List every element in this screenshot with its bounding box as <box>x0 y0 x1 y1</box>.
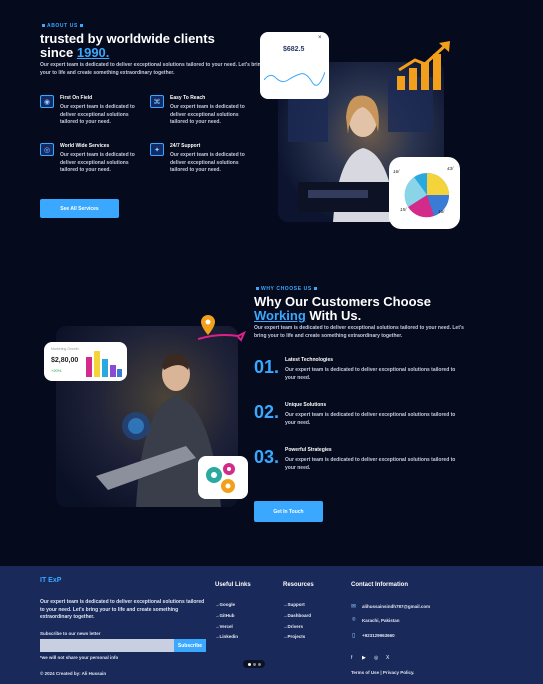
about-heading-line1: trusted by worldwide clients <box>40 31 215 46</box>
contact-title: Contact Information <box>351 582 408 588</box>
reason-text: Our expert team is dedicated to deliver … <box>285 367 456 381</box>
youtube-icon[interactable]: ▶ <box>362 655 366 661</box>
feature-text: Our expert team is dedicated to deliver … <box>170 152 245 173</box>
marketing-stat-card: Marketing Growth $2,80,00 +20% <box>44 342 127 381</box>
feature-world-wide: ◎ World Wide Services Our expert team is… <box>40 143 150 175</box>
gears-card <box>198 456 248 499</box>
privacy-note: *we will not share your personal info <box>40 655 119 660</box>
carousel-dot[interactable] <box>257 662 261 666</box>
reason-title: Latest Technologies <box>285 357 334 363</box>
price-value: $682.5 <box>283 46 305 53</box>
about-tag: ABOUT US <box>40 23 85 29</box>
about-heading-year: 1990. <box>76 45 110 60</box>
feature-text: Our expert team is dedicated to deliver … <box>60 104 135 125</box>
feature-first-on-field: ◉ First On Field Our expert team is dedi… <box>40 95 150 127</box>
footer-brand: IT ExP <box>40 577 62 584</box>
link-google[interactable]: Google <box>215 602 236 607</box>
feature-title: World Wide Services <box>60 143 110 149</box>
x-icon[interactable]: X <box>386 655 389 661</box>
footer-description: Our expert team is dedicated to deliver … <box>40 599 205 620</box>
link-github[interactable]: GitHub <box>215 613 235 618</box>
mail-icon: ✉ <box>351 604 357 610</box>
growth-chart-icon <box>397 41 450 90</box>
feature-text: Our expert team is dedicated to deliver … <box>170 104 245 125</box>
why-heading: Why Our Customers Choose Working With Us… <box>254 295 494 323</box>
why-heading-line2: Working With Us. <box>254 309 494 323</box>
gamepad-icon: ⌘ <box>150 95 164 108</box>
reason-title: Powerful Strategies <box>285 447 332 453</box>
handshake-icon: ✦ <box>150 143 164 156</box>
about-heading: trusted by worldwide clients since 1990. <box>40 32 270 60</box>
newsletter-email-input[interactable] <box>40 639 174 652</box>
pie-label: 16/ <box>438 209 445 214</box>
carousel-dots[interactable] <box>243 660 265 668</box>
why-heading-rest: With Us. <box>305 308 362 323</box>
reason-number: 02. <box>254 402 280 422</box>
link-projects[interactable]: Projects <box>283 634 306 639</box>
bar-chart-icon <box>86 351 122 377</box>
facebook-icon[interactable]: f <box>351 655 352 661</box>
stat-change: +20% <box>51 368 62 373</box>
feature-easy-to-reach: ⌘ Easy To Reach Our expert team is dedic… <box>150 95 260 127</box>
instagram-icon[interactable]: ◎ <box>374 655 378 661</box>
see-all-services-button[interactable]: See All Services <box>40 199 119 218</box>
gear-icon <box>206 463 235 493</box>
drop-icon: ◉ <box>40 95 54 108</box>
pie-label: 43/ <box>447 166 454 171</box>
about-heading-line2: since 1990. <box>40 46 270 60</box>
reason-powerful-strategies: 03. Powerful Strategies Our expert team … <box>254 447 465 472</box>
reason-title: Unique Solutions <box>285 402 327 408</box>
pie-label: 16/ <box>393 169 400 174</box>
reason-text: Our expert team is dedicated to deliver … <box>285 457 456 471</box>
footer: IT ExP Our expert team is dedicated to d… <box>0 566 543 684</box>
reason-unique-solutions: 02. Unique Solutions Our expert team is … <box>254 402 465 427</box>
resources-title: Resources <box>283 582 314 588</box>
link-linkedin[interactable]: Linkedin <box>215 634 239 639</box>
about-description: Our expert team is dedicated to deliver … <box>40 62 264 76</box>
reason-text: Our expert team is dedicated to deliver … <box>285 412 456 426</box>
location-pin-icon <box>198 315 246 342</box>
feature-title: Easy To Reach <box>170 95 206 101</box>
why-heading-highlight: Working <box>254 308 306 323</box>
newsletter-label: Subscribe to our news letter <box>40 631 101 636</box>
reason-number: 01. <box>254 357 280 377</box>
contact-phone[interactable]: +923129963660 <box>362 633 395 638</box>
about-heading-since: since <box>40 45 77 60</box>
get-in-touch-button[interactable]: Get In Touch <box>254 501 323 522</box>
pie-chart <box>404 173 450 218</box>
link-dashboard[interactable]: Dashboard <box>283 613 312 618</box>
location-icon: ⌾ <box>352 617 356 623</box>
reason-number: 03. <box>254 447 280 467</box>
link-drivers[interactable]: Drivers <box>283 624 304 629</box>
stat-value: $2,80,00 <box>51 357 79 364</box>
price-chart-card: × $682.5 <box>260 32 329 99</box>
why-description: Our expert team is dedicated to deliver … <box>254 325 464 339</box>
subscribe-button[interactable]: Subscribe <box>174 639 206 652</box>
why-tag: WHY CHOOSE US <box>254 286 319 292</box>
contact-email[interactable]: alihussainsindh787@gmail.com <box>362 604 430 609</box>
contact-location: Karachi, Pakistan <box>362 618 400 623</box>
why-heading-line1: Why Our Customers Choose <box>254 294 431 309</box>
price-line-chart <box>264 71 325 86</box>
copyright: © 2024 Created by: Ali Hussain <box>40 671 107 676</box>
pie-label: 15/ <box>400 207 407 212</box>
legal-links[interactable]: Terms of Use | Privacy Policy. <box>351 670 414 675</box>
feature-title: First On Field <box>60 95 93 101</box>
link-support[interactable]: Support <box>283 602 305 607</box>
close-icon: × <box>318 35 322 41</box>
feature-support: ✦ 24/7 Support Our expert team is dedica… <box>150 143 260 175</box>
phone-icon: ▯ <box>352 633 356 639</box>
carousel-dot[interactable] <box>247 662 251 666</box>
carousel-dot[interactable] <box>252 662 256 666</box>
link-vercel[interactable]: Vercel <box>215 624 233 629</box>
reason-latest-technologies: 01. Latest Technologies Our expert team … <box>254 357 465 382</box>
feature-text: Our expert team is dedicated to deliver … <box>60 152 135 173</box>
globe-icon: ◎ <box>40 143 54 156</box>
stat-label: Marketing Growth <box>51 347 79 351</box>
feature-title: 24/7 Support <box>170 143 201 149</box>
pie-chart-card: 16/ 43/ 15/ 16/ <box>389 157 460 229</box>
useful-links-title: Useful Links <box>215 582 251 588</box>
